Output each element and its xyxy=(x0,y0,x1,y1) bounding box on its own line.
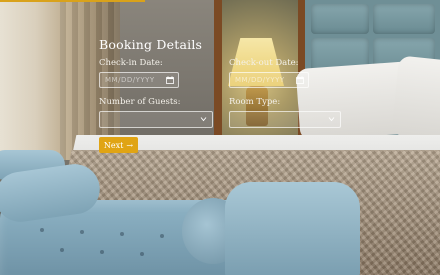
room-type-select[interactable] xyxy=(229,111,341,128)
checkout-placeholder: MM/DD/YYYY xyxy=(235,76,285,84)
booking-form: Booking Details Check-in Date: MM/DD/YYY… xyxy=(0,0,440,275)
arrow-right-icon: → xyxy=(126,140,134,150)
checkout-date-input[interactable]: MM/DD/YYYY xyxy=(229,72,309,88)
chevron-down-icon xyxy=(200,117,207,122)
calendar-icon[interactable] xyxy=(166,76,174,84)
chevron-down-icon xyxy=(328,117,335,122)
next-button-label: Next xyxy=(103,140,124,150)
next-button[interactable]: Next → xyxy=(99,137,138,153)
room-type-label: Room Type: xyxy=(229,97,281,107)
form-title: Booking Details xyxy=(99,37,203,52)
calendar-icon[interactable] xyxy=(296,76,304,84)
checkout-label: Check-out Date: xyxy=(229,58,299,68)
checkin-label: Check-in Date: xyxy=(99,58,163,68)
checkin-placeholder: MM/DD/YYYY xyxy=(105,76,155,84)
guests-select[interactable] xyxy=(99,111,213,128)
guests-label: Number of Guests: xyxy=(99,97,181,107)
checkin-date-input[interactable]: MM/DD/YYYY xyxy=(99,72,179,88)
